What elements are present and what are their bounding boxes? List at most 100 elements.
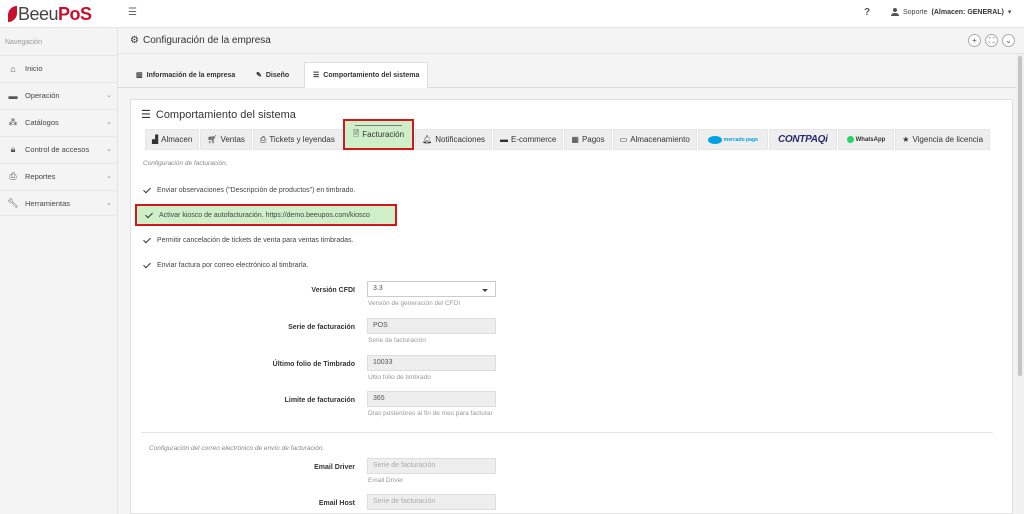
cogs-icon: ⚙	[130, 35, 139, 46]
lock-icon: 🔒︎	[10, 144, 16, 154]
limite-facturacion-input[interactable]: 365	[367, 391, 496, 407]
money-icon: ▦	[571, 135, 579, 144]
scrollbar[interactable]	[1016, 54, 1024, 514]
sidebar-item-label: Reportes	[25, 172, 56, 181]
settings-panel: ☰ Comportamiento del sistema ▟ Almacen 🛒…	[130, 99, 1013, 514]
nav-label: Navegación	[5, 39, 42, 46]
chevron-down-icon: ⌄	[106, 146, 112, 153]
building-icon: ▥	[136, 72, 143, 79]
chevron-down-icon: ⌄	[106, 92, 112, 99]
sliders-icon: ☰	[141, 109, 151, 121]
wrench-icon: 🔧︎	[7, 197, 19, 208]
checkbox-checked[interactable]	[143, 261, 151, 269]
sidebar-item-catalogos[interactable]: ⁂ Catálogos ⌄	[0, 109, 118, 135]
chevron-down-icon: ▾	[1007, 9, 1012, 16]
checkbox-checked[interactable]	[143, 236, 151, 244]
field-version-cfdi: Versión CFDI 3.3 Versión de generación d…	[131, 281, 1014, 317]
briefcase-icon: ▬	[8, 90, 18, 101]
subtab-whatsapp[interactable]: WhatsApp	[837, 129, 895, 150]
collapse-button[interactable]: ⌄	[1002, 34, 1015, 47]
sidebar-item-label: Herramientas	[25, 198, 71, 208]
cubes-icon: ⁂	[8, 117, 18, 127]
check-enviar-observaciones[interactable]: Enviar observaciones ("Descripción de pr…	[143, 182, 355, 198]
sidebar-item-operacion[interactable]: ▬ Operación ⌄	[0, 82, 118, 108]
page-title: ⚙ Configuración de la empresa	[130, 35, 271, 46]
tab-comportamiento-sistema[interactable]: ☰ Comportamiento del sistema	[304, 62, 429, 88]
menu-toggle-icon[interactable]: ☰	[128, 8, 138, 18]
add-button[interactable]: +	[968, 34, 981, 47]
file-icon: 🗎	[352, 128, 360, 138]
whatsapp-logo: WhatsApp	[846, 136, 885, 143]
subtab-ventas[interactable]: 🛒︎ Ventas	[200, 129, 252, 150]
fullscreen-icon[interactable]: ⛶	[985, 34, 998, 47]
tab-diseno[interactable]: ✎ Diseño	[248, 62, 297, 88]
field-serie-facturacion: Serie de facturación POS Serie de factur…	[131, 318, 1014, 354]
subtab-almacen[interactable]: ▟ Almacen	[145, 129, 200, 150]
card-icon: ▬	[500, 135, 509, 144]
mercadopago-oval-icon	[707, 135, 722, 144]
sliders-icon: ☰	[313, 72, 320, 79]
cart-icon: 🛒︎	[207, 135, 218, 144]
subtab-almacenamiento[interactable]: ▭ Almacenamiento	[612, 129, 697, 150]
sidebar-item-control-accesos[interactable]: 🔒︎ Control de accesos ⌄	[0, 136, 118, 162]
sidebar-item-inicio[interactable]: ⌂ Inicio	[0, 55, 118, 81]
subtab-tickets-leyendas[interactable]: ⎙ Tickets y leyendas	[252, 129, 342, 150]
subtab-vigencia-licencia[interactable]: ★ Vigencia de licencia	[895, 129, 991, 150]
checkbox-checked[interactable]	[143, 186, 151, 194]
subtab-pagos[interactable]: ▦ Pagos	[564, 129, 612, 150]
help-button[interactable]: ?	[864, 7, 870, 18]
print-icon: ⎙	[9, 171, 17, 181]
star-icon: ★	[902, 135, 910, 144]
panel-title: ☰ Comportamiento del sistema	[141, 108, 296, 122]
email-host-input[interactable]: Serie de facturación	[367, 494, 496, 510]
user-menu[interactable]: Soporte (Almacen: GENERAL) ▾	[891, 8, 1011, 16]
check-permitir-cancelacion[interactable]: Permitir cancelación de tickets de venta…	[143, 232, 354, 248]
field-limite-facturacion: Limite de facturación 365 Días posterior…	[131, 391, 1014, 427]
email-section-note: Configuración del correo electrónico de …	[149, 445, 325, 452]
user-icon	[891, 8, 899, 16]
app-logo[interactable]: Beeu PoS	[8, 4, 92, 24]
check-activar-kiosco[interactable]: Activar kiosco de autofacturación. https…	[135, 204, 397, 226]
subtab-mercadopago[interactable]: mercado pago	[697, 129, 768, 150]
home-icon: ⌂	[10, 63, 16, 74]
sidebar-item-label: Operación	[25, 91, 60, 100]
top-bar: Beeu PoS ☰ ? Soporte (Almacen: GENERAL) …	[0, 0, 1024, 28]
subtab-contpaqi[interactable]: CONTPAQi	[768, 129, 837, 150]
scrollbar-thumb[interactable]	[1018, 56, 1022, 376]
sub-tabs: ▟ Almacen 🛒︎ Ventas ⎙ Tickets y leyendas…	[145, 119, 991, 151]
sidebar-item-label: Catálogos	[25, 118, 59, 127]
serie-facturacion-input[interactable]: POS	[367, 318, 496, 334]
main-tabs: ▥ Información de la empresa ✎ Diseño ☰ C…	[118, 54, 1024, 88]
ultimo-folio-input[interactable]: 10033	[367, 355, 496, 371]
contpaqi-logo: CONTPAQi	[777, 134, 828, 145]
checkbox-checked[interactable]	[145, 211, 153, 219]
field-ultimo-folio: Último folio de Timbrado 10033 Ultio fol…	[131, 355, 1014, 391]
sidebar-item-label: Control de accesos	[25, 145, 90, 154]
pencil-icon: ✎	[256, 72, 262, 79]
sidebar-item-reportes[interactable]: ⎙ Reportes ⌄	[0, 163, 118, 189]
check-enviar-factura[interactable]: Enviar factura por correo electrónico al…	[143, 257, 308, 273]
whatsapp-icon	[846, 136, 854, 143]
sidebar-item-herramientas[interactable]: 🔧︎ Herramientas ⌄	[0, 190, 118, 216]
subtab-notificaciones[interactable]: 🔔︎ Notificaciones	[415, 129, 493, 150]
tab-informacion-empresa[interactable]: ▥ Información de la empresa	[128, 62, 243, 88]
user-name: Soporte	[903, 8, 928, 16]
hdd-icon: ▭	[619, 135, 628, 144]
mercadopago-logo: mercado pago	[707, 135, 758, 144]
field-email-host: Email Host Serie de facturación	[131, 494, 1014, 514]
sidebar-item-label: Inicio	[25, 64, 43, 73]
chevron-down-icon: ⌄	[106, 200, 112, 207]
field-email-driver: Email Driver Serie de facturación Email …	[131, 458, 1014, 494]
subtab-ecommerce[interactable]: ▬ E-commerce	[493, 129, 564, 150]
chevron-down-icon: ⌄	[106, 173, 112, 180]
print-icon: ⎙	[259, 134, 267, 144]
store-label: (Almacen: GENERAL)	[931, 8, 1004, 16]
version-cfdi-select[interactable]: 3.3	[367, 281, 496, 297]
sidebar: Navegación ⌂ Inicio ▬ Operación ⌄ ⁂ Catá…	[0, 28, 118, 514]
content-header: ⚙ Configuración de la empresa + ⛶ ⌄	[118, 28, 1024, 54]
divider	[141, 432, 993, 433]
bell-icon: 🔔︎	[422, 135, 433, 144]
subtab-facturacion[interactable]: 🗎 Facturación	[342, 119, 415, 150]
email-driver-input[interactable]: Serie de facturación	[367, 458, 496, 474]
section-note: Configuración de facturación.	[143, 160, 228, 167]
